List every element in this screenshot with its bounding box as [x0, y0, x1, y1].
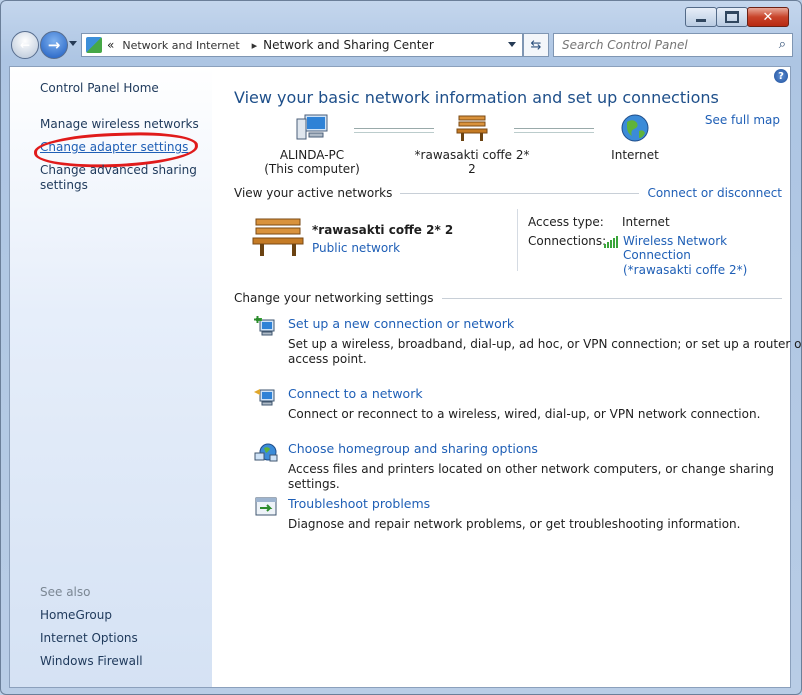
globe-icon — [621, 114, 649, 142]
computer-subtitle: (This computer) — [264, 162, 360, 176]
map-connection-line — [514, 128, 594, 133]
connect-network-link[interactable]: Connect to a network — [288, 386, 802, 401]
active-networks-header: View your active networks Connect or dis… — [234, 186, 782, 200]
see-full-map-link[interactable]: See full map — [705, 113, 780, 127]
sidebar: Control Panel Home Manage wireless netwo… — [10, 67, 212, 687]
wireless-connection-line2: (*rawasakti coffe 2*) — [623, 263, 748, 277]
window: ✕ ← → « Network and Internet ▸ Network a… — [0, 0, 802, 695]
homegroup-icon — [254, 443, 278, 462]
map-node-computer[interactable]: ALINDA-PC (This computer) — [262, 113, 362, 176]
breadcrumb-separator[interactable]: ▸ — [252, 39, 258, 52]
task-connect-network: Connect to a network Connect or reconnec… — [254, 386, 802, 422]
signal-strength-icon — [604, 236, 618, 248]
see-also-homegroup[interactable]: HomeGroup — [40, 608, 112, 622]
task-setup-connection: Set up a new connection or network Set u… — [254, 316, 802, 367]
see-also-label: See also — [40, 585, 91, 599]
divider — [441, 297, 782, 299]
active-network-name: *rawasakti coffe 2* 2 — [312, 223, 454, 237]
computer-icon — [296, 114, 328, 140]
connect-network-description: Connect or reconnect to a wireless, wire… — [288, 407, 761, 421]
content-area: Control Panel Home Manage wireless netwo… — [9, 66, 802, 688]
internet-label: Internet — [611, 148, 659, 162]
see-also-windows-firewall[interactable]: Windows Firewall — [40, 654, 143, 668]
access-type-value: Internet — [622, 215, 670, 229]
divider — [517, 209, 518, 271]
search-icon[interactable]: ⌕ — [779, 37, 786, 52]
change-settings-header: Change your networking settings — [234, 291, 782, 305]
active-networks-label: View your active networks — [234, 186, 393, 200]
back-button[interactable]: ← — [11, 31, 39, 59]
divider — [400, 192, 640, 194]
sidebar-advanced-sharing-settings[interactable]: Change advanced sharing settings — [40, 163, 200, 193]
connections-label: Connections: — [528, 234, 607, 248]
troubleshoot-description: Diagnose and repair network problems, or… — [288, 517, 741, 531]
back-arrow-icon: ← — [19, 38, 31, 52]
breadcrumb-item[interactable]: Network and Sharing Center — [263, 38, 434, 52]
change-settings-label: Change your networking settings — [234, 291, 434, 305]
forward-arrow-icon: → — [47, 36, 61, 54]
access-type-label: Access type: — [528, 215, 604, 229]
access-type-row: Access type: — [528, 215, 604, 229]
sidebar-manage-wireless-networks[interactable]: Manage wireless networks — [40, 117, 199, 131]
new-connection-icon — [254, 316, 275, 336]
map-node-network[interactable]: *rawasakti coffe 2* 2 — [412, 113, 532, 176]
setup-connection-link[interactable]: Set up a new connection or network — [288, 316, 802, 331]
bench-network-icon — [456, 115, 488, 141]
task-troubleshoot: Troubleshoot problems Diagnose and repai… — [255, 496, 802, 532]
connect-network-icon — [254, 389, 275, 406]
connect-or-disconnect-link[interactable]: Connect or disconnect — [647, 186, 782, 200]
refresh-button[interactable]: ⇆ — [523, 33, 549, 57]
address-dropdown-icon[interactable] — [508, 42, 516, 47]
setup-connection-description: Set up a wireless, broadband, dial-up, a… — [288, 337, 802, 366]
wireless-connection-link[interactable]: Wireless Network Connection (*rawasakti … — [623, 234, 790, 277]
homegroup-sharing-description: Access files and printers located on oth… — [288, 462, 774, 491]
minimize-icon — [696, 18, 706, 22]
task-homegroup-sharing: Choose homegroup and sharing options Acc… — [254, 441, 802, 492]
control-panel-icon — [86, 37, 102, 53]
main-panel: ? View your basic network information an… — [212, 67, 802, 687]
map-node-internet[interactable]: Internet — [600, 113, 670, 162]
troubleshoot-icon — [255, 497, 277, 516]
navigation-bar: ← → « Network and Internet ▸ Network and… — [9, 29, 793, 59]
close-icon: ✕ — [762, 9, 774, 25]
search-input[interactable] — [560, 37, 769, 53]
address-bar[interactable]: « Network and Internet ▸ Network and Sha… — [81, 33, 523, 57]
page-title: View your basic network information and … — [234, 88, 719, 107]
troubleshoot-link[interactable]: Troubleshoot problems — [288, 496, 802, 511]
breadcrumb-prefix[interactable]: « — [107, 38, 114, 52]
network-type-link[interactable]: Public network — [312, 241, 400, 255]
minimize-button[interactable] — [685, 7, 717, 27]
help-icon[interactable]: ? — [774, 69, 788, 83]
network-name: *rawasakti coffe 2* 2 — [414, 148, 530, 176]
close-button[interactable]: ✕ — [747, 7, 789, 27]
sidebar-control-panel-home[interactable]: Control Panel Home — [40, 81, 159, 95]
maximize-button[interactable] — [716, 7, 748, 27]
search-box[interactable]: ⌕ — [553, 33, 793, 57]
recent-pages-dropdown[interactable] — [69, 41, 77, 46]
caption-buttons: ✕ — [685, 7, 789, 27]
maximize-icon — [725, 11, 739, 23]
homegroup-sharing-link[interactable]: Choose homegroup and sharing options — [288, 441, 802, 456]
wireless-connection-line1: Wireless Network Connection — [623, 234, 728, 262]
breadcrumb-item[interactable]: Network and Internet — [122, 39, 239, 52]
computer-name: ALINDA-PC — [279, 148, 345, 162]
refresh-icon: ⇆ — [530, 37, 542, 53]
see-also-internet-options[interactable]: Internet Options — [40, 631, 138, 645]
bench-network-icon — [252, 218, 304, 256]
forward-button[interactable]: → — [40, 31, 68, 59]
